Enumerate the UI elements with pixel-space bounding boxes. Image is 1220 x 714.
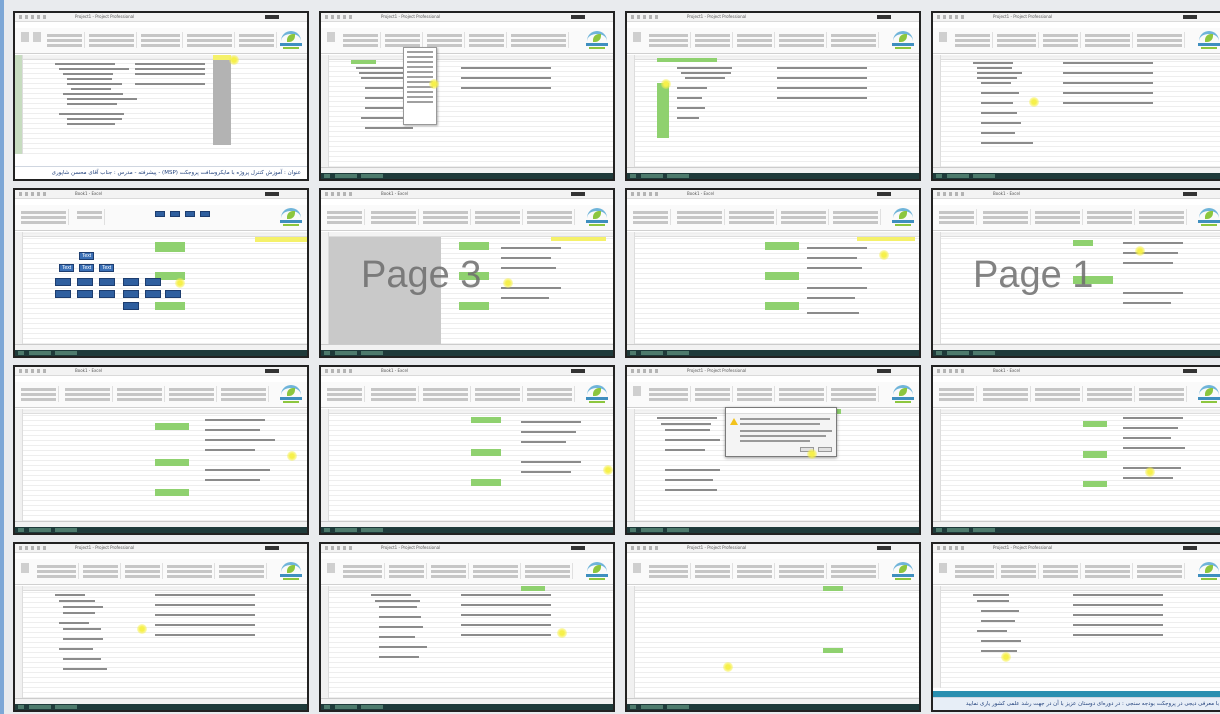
- cursor-highlight-icon: [723, 662, 733, 672]
- cursor-highlight-icon: [1135, 246, 1145, 256]
- cursor-highlight-icon: [429, 79, 439, 89]
- thumbnail-7-excel-green-rows[interactable]: Book1 - Excel: [625, 188, 921, 358]
- task-sheet[interactable]: [15, 55, 307, 154]
- logo-icon: [891, 561, 915, 583]
- promo-caption: با معرفی دیجی در پروجکت بودجه سنجی : در …: [933, 697, 1220, 710]
- windows-taskbar[interactable]: [627, 704, 919, 710]
- windows-taskbar[interactable]: [933, 527, 1220, 533]
- thumbnail-12-excel-sheet[interactable]: Book1 - Excel: [931, 365, 1220, 535]
- windows-taskbar[interactable]: [627, 527, 919, 533]
- title-bar: Project1 - Project Professional: [15, 13, 307, 22]
- windows-taskbar[interactable]: [321, 173, 613, 179]
- thumbnail-10-excel-green-column[interactable]: Book1 - Excel: [319, 365, 615, 535]
- thumbnail-9-excel-columns[interactable]: Book1 - Excel: [13, 365, 309, 535]
- thumbnail-3-green-column[interactable]: Project1 - Project Professional: [625, 11, 921, 181]
- cursor-highlight-icon: [229, 55, 239, 65]
- cursor-highlight-icon: [807, 449, 817, 459]
- logo-icon: [279, 30, 303, 52]
- cursor-highlight-icon: [557, 628, 567, 638]
- windows-taskbar[interactable]: [15, 527, 307, 533]
- left-accent-border: [0, 0, 4, 714]
- thumbnail-13-project-outline[interactable]: Project1 - Project Professional: [13, 542, 309, 712]
- logo-icon: [585, 30, 609, 52]
- cursor-highlight-icon: [1001, 652, 1011, 662]
- page-number-watermark: Page 3: [361, 254, 482, 296]
- thumbnail-15-project-empty[interactable]: Project1 - Project Professional: [625, 542, 921, 712]
- windows-taskbar[interactable]: [321, 350, 613, 356]
- windows-taskbar[interactable]: [933, 350, 1220, 356]
- thumbnail-grid: Project1 - Project Professional عنوان: …: [13, 8, 1220, 714]
- windows-taskbar[interactable]: [321, 527, 613, 533]
- course-title-caption: عنوان : آموزش کنترل پروژه با مایکروسافت …: [15, 166, 307, 179]
- thumbnail-5-excel-smartart[interactable]: Book1 - Excel Text Text Text Text: [13, 188, 309, 358]
- smartart-text-box[interactable]: Text: [59, 264, 75, 272]
- cursor-highlight-icon: [175, 278, 185, 288]
- windows-taskbar[interactable]: [321, 704, 613, 710]
- page-number-watermark: Page 1: [973, 254, 1094, 296]
- thumbnail-6-page-break-preview-3[interactable]: Book1 - Excel Page 3: [319, 188, 615, 358]
- thumbnail-11-warning-dialog[interactable]: Project1 - Project Professional: [625, 365, 921, 535]
- ribbon[interactable]: [15, 28, 307, 54]
- logo-icon: [1197, 384, 1220, 406]
- windows-taskbar[interactable]: [933, 173, 1220, 179]
- cursor-highlight-icon: [879, 250, 889, 260]
- thumbnail-14-project-columns[interactable]: Project1 - Project Professional: [319, 542, 615, 712]
- logo-icon: [279, 384, 303, 406]
- logo-icon: [891, 30, 915, 52]
- thumbnail-16-project-final[interactable]: Project1 - Project Professional با معرفی…: [931, 542, 1220, 712]
- cancel-button[interactable]: [818, 447, 832, 452]
- cursor-highlight-icon: [661, 79, 671, 89]
- windows-taskbar[interactable]: [627, 350, 919, 356]
- cursor-highlight-icon: [137, 624, 147, 634]
- logo-icon: [891, 207, 915, 229]
- logo-icon: [585, 561, 609, 583]
- thumbnail-8-page-break-preview-1[interactable]: Book1 - Excel Page 1: [931, 188, 1220, 358]
- smartart-text-box[interactable]: Text: [79, 264, 95, 272]
- warning-icon: [730, 418, 738, 425]
- windows-taskbar[interactable]: [627, 173, 919, 179]
- warning-dialog[interactable]: [725, 407, 837, 457]
- thumbnail-1-project-tasks[interactable]: Project1 - Project Professional عنوان: …: [13, 11, 309, 181]
- cursor-highlight-icon: [603, 465, 613, 475]
- smartart-text-box[interactable]: Text: [79, 252, 95, 260]
- cursor-highlight-icon: [1029, 97, 1039, 107]
- cursor-highlight-icon: [287, 451, 297, 461]
- logo-icon: [1197, 30, 1220, 52]
- logo-icon: [585, 384, 609, 406]
- smartart-text-box[interactable]: Text: [99, 264, 115, 272]
- logo-icon: [1197, 561, 1220, 583]
- logo-icon: [279, 561, 303, 583]
- cursor-highlight-icon: [1145, 467, 1155, 477]
- logo-icon: [1197, 207, 1220, 229]
- thumbnail-2-dropdown-menu[interactable]: Project1 - Project Professional: [319, 11, 615, 181]
- cursor-highlight-icon: [503, 278, 513, 288]
- windows-taskbar[interactable]: [15, 350, 307, 356]
- logo-icon: [585, 207, 609, 229]
- thumbnail-4-task-list[interactable]: Project1 - Project Professional: [931, 11, 1220, 181]
- logo-icon: [279, 207, 303, 229]
- logo-icon: [891, 384, 915, 406]
- windows-taskbar[interactable]: [15, 704, 307, 710]
